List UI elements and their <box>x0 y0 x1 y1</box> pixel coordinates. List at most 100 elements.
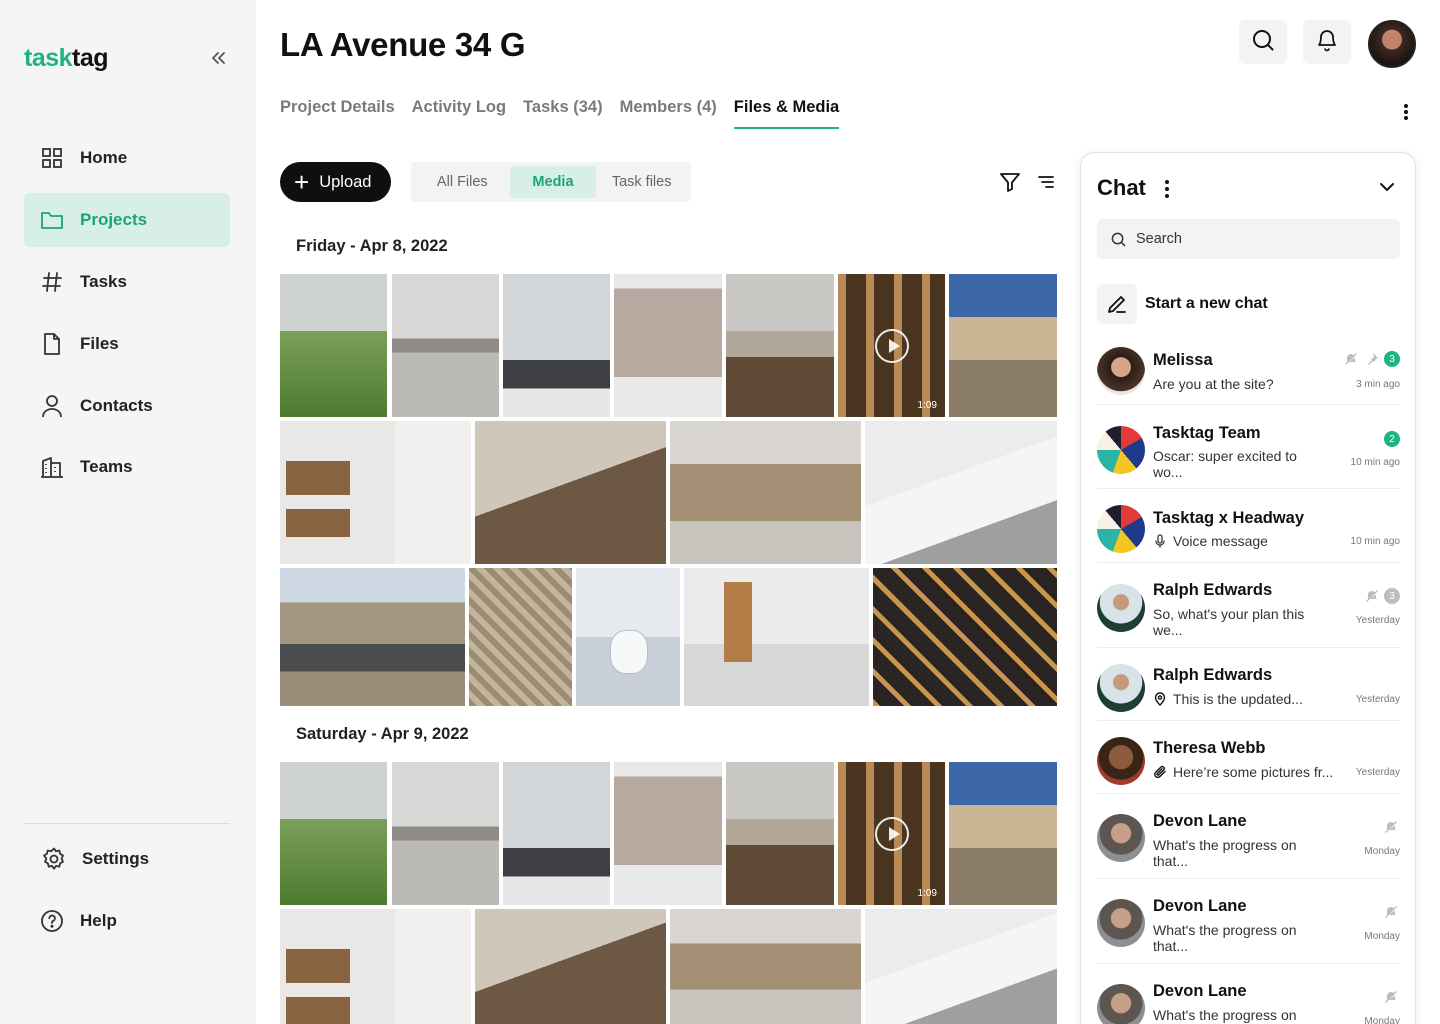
media-thumbnail[interactable] <box>280 909 471 1024</box>
media-thumbnail[interactable] <box>670 909 861 1024</box>
media-thumbnail[interactable] <box>469 568 572 706</box>
media-thumbnail[interactable] <box>576 568 680 706</box>
chat-time: Yesterday <box>1355 615 1400 626</box>
chat-time: 3 min ago <box>1356 379 1400 390</box>
chat-name: Tasktag x Headway <box>1153 509 1305 527</box>
video-duration: 1:09 <box>917 888 937 899</box>
chat-list-item[interactable]: Melissa Are you at the site? 3 3 min ago <box>1097 345 1400 405</box>
media-thumbnail[interactable] <box>392 762 499 905</box>
notifications-button[interactable] <box>1303 20 1351 64</box>
tab-tasks[interactable]: Tasks (34) <box>523 98 603 129</box>
sidebar-item-label: Files <box>80 334 119 353</box>
media-thumbnail[interactable] <box>280 568 465 706</box>
more-options-icon[interactable] <box>1398 100 1414 124</box>
chat-list-item[interactable]: Ralph Edwards This is the updated... Yes… <box>1097 648 1400 721</box>
chat-name: Devon Lane <box>1153 897 1247 915</box>
sidebar-item-files[interactable]: Files <box>24 317 230 371</box>
media-thumbnail[interactable] <box>670 421 861 564</box>
cabinet-shape <box>286 949 350 983</box>
sidebar-item-tasks[interactable]: Tasks <box>24 255 230 309</box>
chat-preview: Are you at the site? <box>1153 376 1274 392</box>
media-thumbnail[interactable] <box>684 568 869 706</box>
media-thumbnail[interactable] <box>475 421 666 564</box>
media-thumbnail[interactable] <box>280 274 387 417</box>
user-icon <box>40 394 64 418</box>
filter-task-files[interactable]: Task files <box>596 166 687 198</box>
media-thumbnail[interactable] <box>503 762 610 905</box>
chat-search-input[interactable]: Search <box>1097 219 1400 259</box>
paperclip-icon <box>1153 765 1167 779</box>
media-thumbnail[interactable] <box>865 909 1057 1024</box>
tab-activity-log[interactable]: Activity Log <box>412 98 506 129</box>
chat-list-item[interactable]: Devon Lane What's the progress on Monday <box>1097 964 1400 1024</box>
sidebar-item-home[interactable]: Home <box>24 131 230 185</box>
bell-icon <box>1315 28 1339 57</box>
avatar <box>1097 899 1145 947</box>
chat-time: 10 min ago <box>1350 536 1400 547</box>
media-thumbnail[interactable] <box>614 274 722 417</box>
avatar <box>1097 347 1145 395</box>
filter-all-files[interactable]: All Files <box>415 166 510 198</box>
chat-preview: Voice message <box>1173 533 1268 549</box>
sidebar-item-label: Projects <box>80 210 148 229</box>
media-thumbnail[interactable] <box>949 274 1057 417</box>
media-thumbnail[interactable] <box>726 762 834 905</box>
filter-media[interactable]: Media <box>509 166 597 198</box>
plus-icon: + <box>294 167 310 197</box>
video-thumbnail[interactable]: 1:09 <box>838 762 945 905</box>
gear-icon <box>42 847 66 871</box>
video-thumbnail[interactable]: 1:09 <box>838 274 945 417</box>
muted-bell-icon <box>1365 589 1379 603</box>
collapse-sidebar-icon[interactable] <box>206 48 230 70</box>
sidebar-item-contacts[interactable]: Contacts <box>24 379 230 433</box>
media-thumbnail[interactable] <box>503 274 610 417</box>
logo-part-tag: tag <box>72 44 109 72</box>
chat-list-item[interactable]: Devon Lane What's the progress on that..… <box>1097 794 1400 879</box>
sidebar-item-label: Tasks <box>80 272 127 291</box>
avatar <box>1097 814 1145 862</box>
filter-icon[interactable] <box>998 170 1022 194</box>
tab-project-details[interactable]: Project Details <box>280 98 395 129</box>
chat-time: Yesterday <box>1355 767 1400 778</box>
media-thumbnail[interactable] <box>280 762 387 905</box>
start-new-chat-button[interactable]: Start a new chat <box>1097 284 1268 324</box>
chat-list-item[interactable]: Devon Lane What's the progress on that..… <box>1097 879 1400 964</box>
sidebar-item-help[interactable]: Help <box>24 894 230 948</box>
play-icon <box>874 328 909 363</box>
sidebar-item-projects[interactable]: Projects <box>24 193 230 247</box>
chat-name: Melissa <box>1153 351 1213 369</box>
media-thumbnail[interactable] <box>726 274 834 417</box>
media-thumbnail[interactable] <box>475 909 666 1024</box>
user-avatar[interactable] <box>1368 20 1416 68</box>
chat-list-item[interactable]: Tasktag x Headway Voice message 10 min a… <box>1097 489 1400 563</box>
mic-icon <box>1153 534 1167 548</box>
unread-badge: 3 <box>1384 588 1400 604</box>
chat-list-item[interactable]: Ralph Edwards So, what's your plan this … <box>1097 563 1400 648</box>
media-thumbnail[interactable] <box>392 274 499 417</box>
avatar <box>1097 505 1145 553</box>
sidebar-item-teams[interactable]: Teams <box>24 440 230 494</box>
chat-list-item[interactable]: Tasktag Team Oscar: super excited to wo.… <box>1097 405 1400 489</box>
media-thumbnail[interactable] <box>865 421 1057 564</box>
chat-more-icon[interactable] <box>1163 179 1171 199</box>
pencil-icon <box>1097 284 1137 324</box>
chat-list-item[interactable]: Theresa Webb Here’re some pictures fr...… <box>1097 721 1400 794</box>
date-group-heading: Saturday - Apr 9, 2022 <box>296 725 469 743</box>
media-thumbnail[interactable] <box>280 421 471 564</box>
sidebar-item-label: Home <box>80 148 128 167</box>
unread-badge: 3 <box>1384 351 1400 367</box>
tab-files-media[interactable]: Files & Media <box>733 98 840 129</box>
media-thumbnail[interactable] <box>949 762 1057 905</box>
app-logo[interactable]: tasktag <box>24 44 109 73</box>
sort-icon[interactable] <box>1034 170 1058 194</box>
tab-members[interactable]: Members (4) <box>620 98 717 129</box>
upload-button[interactable]: + Upload <box>280 162 391 202</box>
upload-label: Upload <box>319 172 372 191</box>
media-thumbnail[interactable] <box>614 762 722 905</box>
chevron-down-icon[interactable] <box>1377 177 1397 197</box>
chat-preview-row: Here’re some pictures fr... <box>1153 764 1349 780</box>
sidebar-item-settings[interactable]: Settings <box>24 832 230 886</box>
search-button[interactable] <box>1239 20 1287 64</box>
media-thumbnail[interactable] <box>873 568 1057 706</box>
sidebar-item-label: Help <box>80 911 117 930</box>
